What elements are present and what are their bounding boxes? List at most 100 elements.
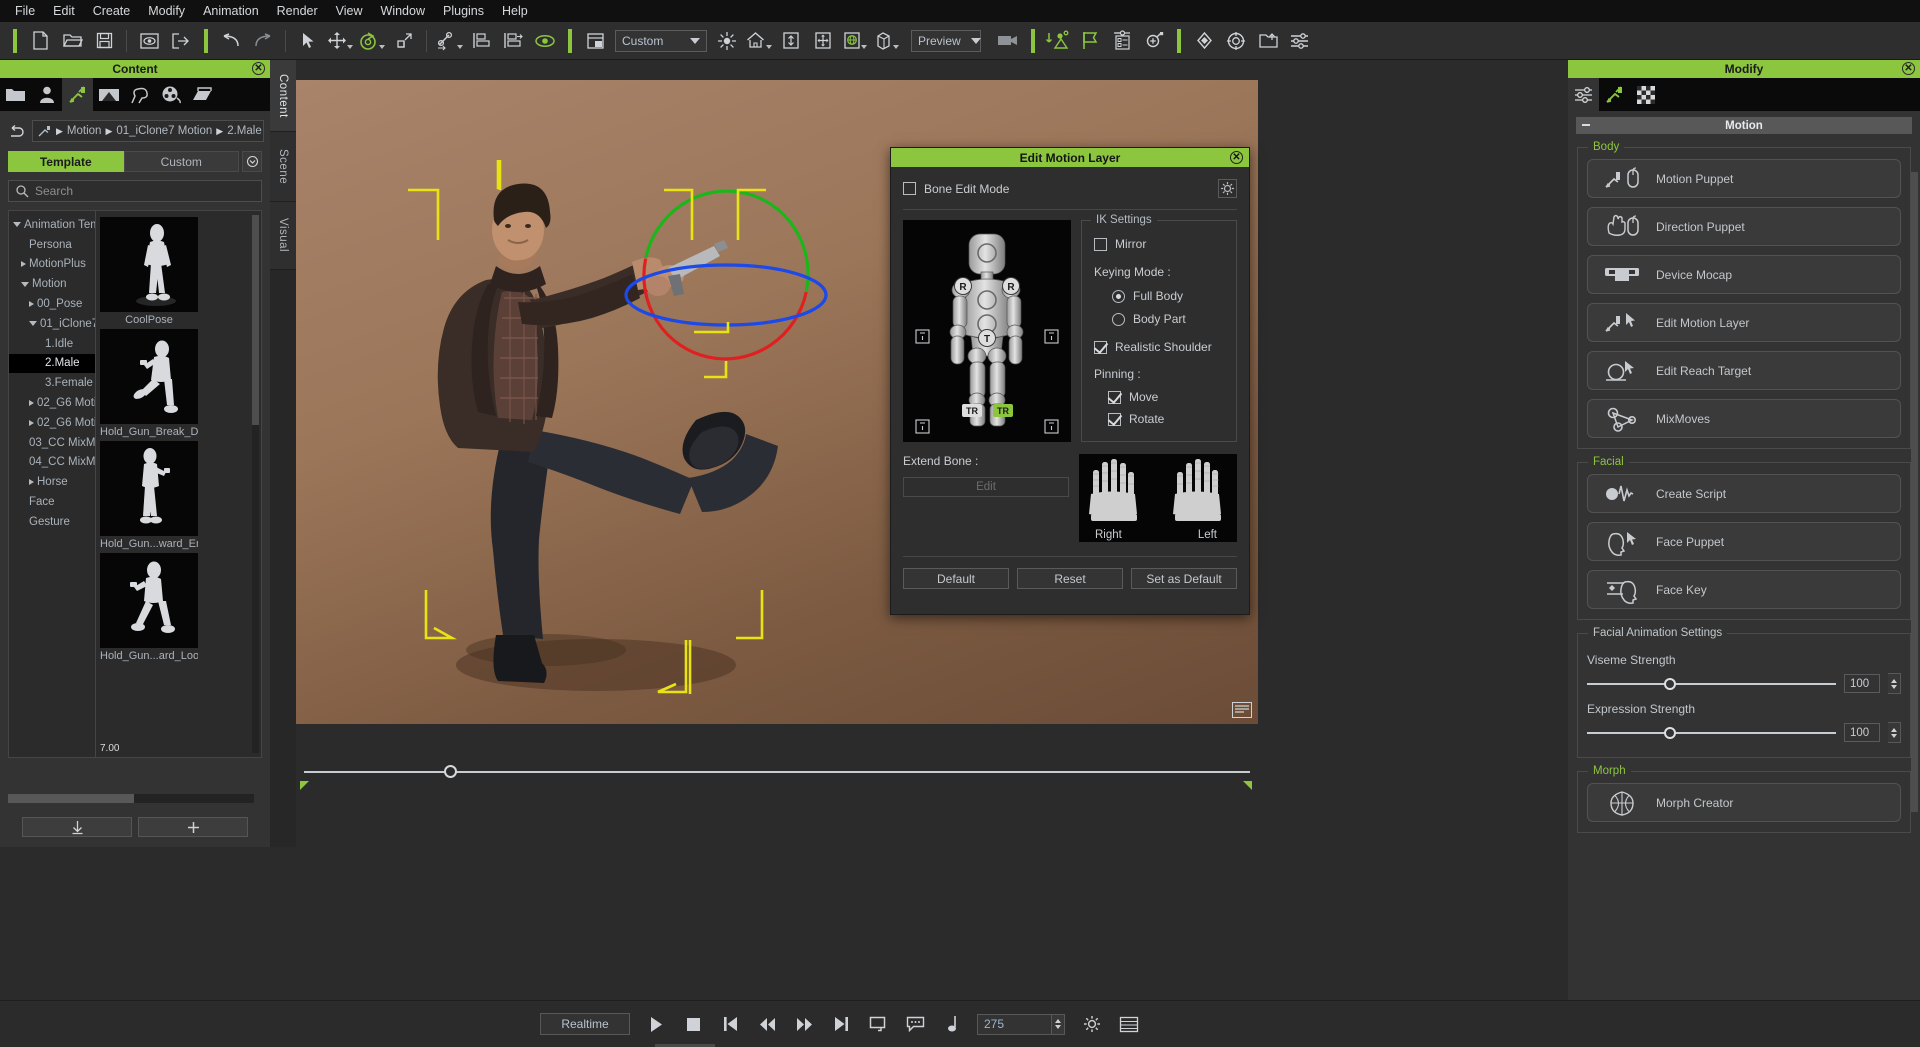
motion-puppet-button[interactable]: Motion Puppet: [1587, 159, 1901, 198]
back-icon[interactable]: [6, 124, 26, 138]
folder-tree[interactable]: Animation Temp Persona MotionPlus Motion 00_…: [8, 210, 96, 758]
range-button[interactable]: [866, 1012, 891, 1037]
next-key-button[interactable]: [829, 1012, 854, 1037]
menu-item-edit[interactable]: Edit: [44, 0, 84, 22]
list-icon[interactable]: [1107, 26, 1137, 56]
radio-button[interactable]: [1112, 312, 1125, 326]
menu-item-file[interactable]: File: [6, 0, 44, 22]
menu-item-view[interactable]: View: [327, 0, 372, 22]
camera-icon[interactable]: [993, 26, 1023, 56]
tab-custom[interactable]: Custom: [123, 151, 239, 172]
viseme-strength-stepper[interactable]: [1888, 673, 1901, 694]
frame-value-input[interactable]: 275: [977, 1013, 1052, 1035]
preview-quality-select[interactable]: Preview: [911, 29, 981, 52]
home-icon[interactable]: [744, 26, 774, 56]
pinning-rotate-checkbox[interactable]: Rotate: [1108, 412, 1226, 426]
slider-knob[interactable]: [1664, 677, 1677, 690]
stage-tab-icon[interactable]: [186, 78, 217, 111]
folder-open-icon[interactable]: [1253, 26, 1283, 56]
gear-icon[interactable]: [1218, 179, 1237, 198]
target-icon[interactable]: [1221, 26, 1251, 56]
collapse-icon[interactable]: [1582, 124, 1590, 126]
tree-item[interactable]: 1.Idle: [9, 334, 95, 354]
flag-icon[interactable]: [1075, 26, 1105, 56]
list-item[interactable]: Hold_Gun...ard_Loop: [100, 553, 198, 665]
close-icon[interactable]: ✕: [1902, 62, 1915, 75]
tab-template[interactable]: Template: [8, 151, 124, 172]
search-input[interactable]: [8, 180, 262, 202]
close-icon[interactable]: ✕: [252, 62, 265, 75]
expression-strength-stepper[interactable]: [1888, 722, 1901, 743]
tree-item[interactable]: Motion: [9, 274, 95, 294]
play-button[interactable]: [644, 1012, 669, 1037]
tree-item[interactable]: 01_iClone7: [9, 314, 95, 334]
list-item[interactable]: 7.00 CoolPose: [100, 217, 198, 754]
edit-reach-target-button[interactable]: Edit Reach Target: [1587, 351, 1901, 390]
checkbox-box[interactable]: [1094, 340, 1107, 354]
tree-item[interactable]: 02_G6 Motio: [9, 393, 95, 413]
tree-item[interactable]: Gesture: [9, 512, 95, 532]
timeline-range-start[interactable]: [300, 781, 309, 790]
reset-button[interactable]: Reset: [1017, 568, 1123, 589]
viewport-overlay-icon[interactable]: [1232, 702, 1252, 718]
chevron-down-icon[interactable]: [346, 44, 353, 49]
triangle-right-icon[interactable]: [29, 400, 34, 407]
layout-preset-select[interactable]: Custom: [615, 29, 707, 52]
thumbnail-scrollbar-thumb[interactable]: [252, 215, 259, 425]
tree-item[interactable]: MotionPlus: [9, 255, 95, 275]
triangle-down-icon[interactable]: [29, 321, 37, 327]
add-target-icon[interactable]: [1139, 26, 1169, 56]
modify-scrollbar-thumb[interactable]: [1911, 172, 1918, 812]
timeline-area[interactable]: [296, 724, 1258, 847]
mocap-icon[interactable]: [1043, 26, 1073, 56]
breadcrumb[interactable]: ▶ Motion ▶ 01_iClone7 Motion ▶ 2.Male: [32, 120, 264, 142]
align-icon[interactable]: [466, 26, 496, 56]
dock-tab-visual[interactable]: Visual: [270, 202, 296, 270]
menu-item-create[interactable]: Create: [84, 0, 140, 22]
tree-item[interactable]: Animation Temp: [9, 215, 95, 235]
comment-button[interactable]: [903, 1012, 928, 1037]
radio-full-body[interactable]: Full Body: [1112, 289, 1226, 303]
dialog-title-bar[interactable]: Edit Motion Layer ✕: [891, 148, 1249, 167]
globe-icon[interactable]: [840, 26, 870, 56]
face-key-button[interactable]: Face Key: [1587, 570, 1901, 609]
thumbnail-grid[interactable]: 7.00 CoolPose Hold_Gun_Break_D Hold_Gun.…: [96, 210, 262, 758]
checker-tab-icon[interactable]: [1630, 78, 1661, 111]
list-item[interactable]: Hold_Gun...ward_En: [100, 441, 198, 553]
body-puppet-preview[interactable]: R R T TR TR: [903, 220, 1071, 442]
export-icon[interactable]: [166, 26, 196, 56]
checkbox-box[interactable]: [903, 182, 916, 195]
triangle-down-icon[interactable]: [13, 222, 21, 228]
prev-key-button[interactable]: [718, 1012, 743, 1037]
checkbox-box[interactable]: [1094, 237, 1107, 251]
gear-icon[interactable]: [1079, 1012, 1104, 1037]
menu-item-render[interactable]: Render: [268, 0, 327, 22]
triangle-right-icon[interactable]: [29, 301, 34, 308]
motion-section-header[interactable]: Motion: [1576, 117, 1912, 134]
motion-tab-icon[interactable]: [1599, 78, 1630, 111]
redo-icon[interactable]: [248, 26, 278, 56]
media-tab-icon[interactable]: [155, 78, 186, 111]
layout-icon[interactable]: [580, 26, 610, 56]
tree-item[interactable]: 00_Pose: [9, 294, 95, 314]
open-folder-icon[interactable]: [57, 26, 87, 56]
menu-item-help[interactable]: Help: [493, 0, 537, 22]
folder-tab-icon[interactable]: [0, 78, 31, 111]
extend-bone-edit-button[interactable]: Edit: [903, 477, 1069, 497]
expression-strength-value[interactable]: 100: [1844, 723, 1880, 742]
chevron-down-icon-5[interactable]: [766, 44, 772, 49]
timeline-playhead[interactable]: [444, 765, 457, 778]
note-button[interactable]: [940, 1012, 965, 1037]
menu-item-animation[interactable]: Animation: [194, 0, 268, 22]
light-icon[interactable]: [712, 26, 742, 56]
tree-item[interactable]: Face: [9, 492, 95, 512]
tree-item[interactable]: 2.Male: [9, 353, 95, 374]
sliders-tab-icon[interactable]: [1568, 78, 1599, 111]
close-icon[interactable]: ✕: [1230, 151, 1243, 164]
frame-stepper[interactable]: [1052, 1013, 1065, 1035]
chevron-down-icon-7[interactable]: [893, 44, 899, 49]
tree-item[interactable]: Horse: [9, 472, 95, 492]
viseme-strength-slider[interactable]: [1587, 677, 1836, 691]
chevron-down-icon-3[interactable]: [456, 44, 463, 49]
box-icon[interactable]: [872, 26, 902, 56]
